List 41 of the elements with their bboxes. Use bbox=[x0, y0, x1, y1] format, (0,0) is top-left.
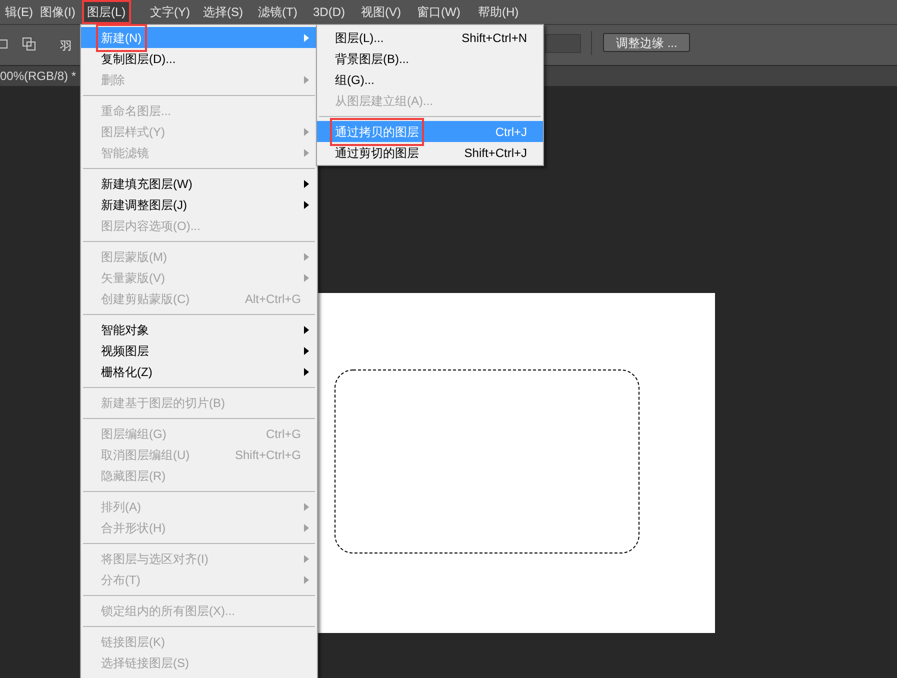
menu-item[interactable]: 栅格化(Z) bbox=[81, 361, 317, 382]
submenu-arrow-icon bbox=[304, 180, 309, 188]
selection-mode-icon[interactable] bbox=[0, 39, 8, 49]
menu-item[interactable]: 通过剪切的图层 Shift+Ctrl+J bbox=[317, 142, 543, 163]
menu-item[interactable]: 图层(L)... Shift+Ctrl+N bbox=[317, 27, 543, 48]
menu-title[interactable]: 图层(L) bbox=[82, 0, 131, 24]
submenu-arrow-icon bbox=[304, 524, 309, 532]
submenu-arrow-icon bbox=[304, 76, 309, 84]
menu-title[interactable]: 帮助(H) bbox=[473, 0, 524, 24]
feather-label: 羽 bbox=[60, 38, 72, 55]
submenu-arrow-icon bbox=[304, 346, 309, 354]
menu-item[interactable]: 背景图层(B)... bbox=[317, 48, 543, 69]
feather-input-field[interactable] bbox=[545, 34, 581, 53]
document-tab[interactable]: 00%(RGB/8) * bbox=[0, 67, 76, 85]
submenu-arrow-icon bbox=[304, 368, 309, 376]
submenu-arrow-icon bbox=[304, 252, 309, 260]
submenu-arrow-icon bbox=[304, 128, 309, 136]
menu-title[interactable]: 选择(S) bbox=[198, 0, 248, 24]
menu-title[interactable]: 滤镜(T) bbox=[253, 0, 302, 24]
menu-title[interactable]: 文字(Y) bbox=[145, 0, 195, 24]
menu-title[interactable]: 图像(I) bbox=[35, 0, 80, 24]
menu-item[interactable]: 视频图层 bbox=[81, 340, 317, 361]
menu-item[interactable]: 智能对象 bbox=[81, 319, 317, 340]
menu-item[interactable]: 新建调整图层(J) bbox=[81, 194, 317, 215]
submenu-arrow-icon bbox=[304, 326, 309, 334]
submenu-arrow-icon bbox=[304, 576, 309, 584]
submenu-arrow-icon bbox=[304, 34, 309, 42]
submenu-arrow-icon bbox=[304, 554, 309, 562]
menu-title[interactable]: 辑(E) bbox=[0, 0, 38, 24]
submenu-arrow-icon bbox=[304, 200, 309, 208]
menu-item[interactable]: 复制图层(D)... bbox=[81, 48, 317, 69]
intersect-selection-icon[interactable] bbox=[22, 37, 36, 51]
menu-item[interactable]: 组(G)... bbox=[317, 69, 543, 90]
menu-item[interactable]: 新建填充图层(W) bbox=[81, 173, 317, 194]
submenu-arrow-icon bbox=[304, 148, 309, 156]
menu-title[interactable]: 视图(V) bbox=[356, 0, 406, 24]
submenu-arrow-icon bbox=[304, 274, 309, 282]
menu-title[interactable]: 窗口(W) bbox=[412, 0, 466, 24]
submenu-arrow-icon bbox=[304, 502, 309, 510]
refine-edge-button[interactable]: 调整边缘 ... bbox=[603, 33, 690, 52]
menu-title[interactable]: 3D(D) bbox=[308, 0, 350, 24]
